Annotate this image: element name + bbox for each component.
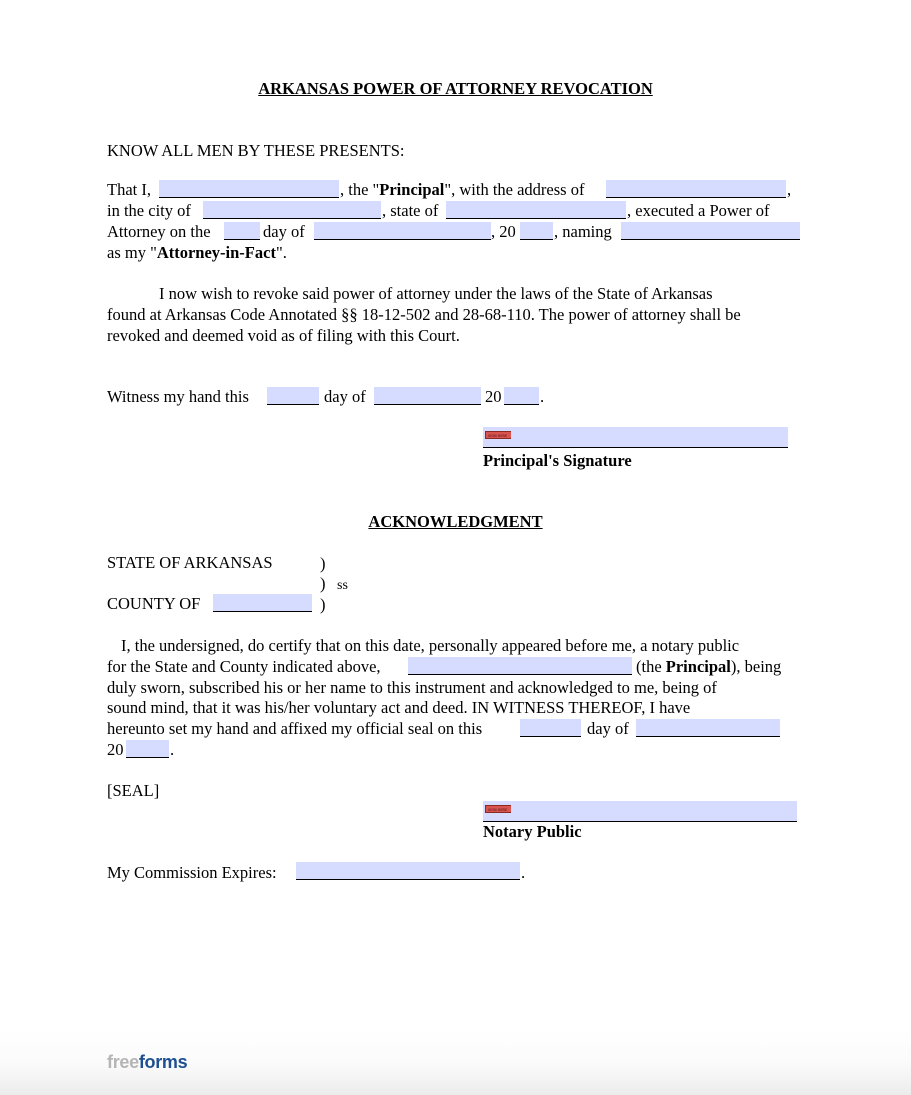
para2-line-3: revoked and deemed void as of filing wit… (107, 326, 460, 345)
paren-3: ) (320, 595, 326, 614)
commission-expires-label: My Commission Expires: (107, 863, 277, 882)
ack-day-field[interactable] (520, 719, 581, 737)
ack-line-5a: hereunto set my hand and affixed my offi… (107, 719, 483, 738)
principal-address-field[interactable] (606, 180, 786, 198)
para1-text-2c: , executed a Power of (627, 201, 770, 220)
notary-signature-field[interactable]: SIGN HERE (483, 801, 797, 822)
para1-text-3a: Attorney on the (107, 222, 211, 241)
notary-public-label: Notary Public (483, 822, 582, 841)
para1-text-3c: , 20 (491, 222, 516, 241)
city-field[interactable] (203, 201, 381, 219)
state-field[interactable] (446, 201, 626, 219)
freeforms-logo: freeforms (107, 1052, 188, 1072)
ack-line-2a: for the State and County indicated above… (107, 657, 381, 676)
witness-text-c: 20 (485, 387, 502, 406)
sign-here-tag-icon: SIGN HERE (485, 431, 511, 439)
para1-text-2b: , state of (382, 201, 439, 220)
para1-text-2a: in the city of (107, 201, 191, 220)
county-field[interactable] (213, 594, 312, 612)
witness-year-field[interactable] (504, 387, 539, 405)
commission-end: . (521, 863, 526, 882)
principal-signature-field[interactable]: SIGN HERE (483, 427, 788, 448)
poa-year-field[interactable] (520, 222, 553, 240)
ack-line-6b: . (170, 740, 175, 759)
document-title: ARKANSAS POWER OF ATTORNEY REVOCATION (258, 79, 653, 98)
witness-month-field[interactable] (374, 387, 481, 405)
witness-day-field[interactable] (267, 387, 319, 405)
poa-day-field[interactable] (224, 222, 260, 240)
ack-line-6a: 20 (107, 740, 124, 759)
ack-line-4: sound mind, that it was his/her voluntar… (107, 698, 691, 717)
ack-line-3: duly sworn, subscribed his or her name t… (107, 678, 717, 697)
ack-line-2b: (the Principal), being (636, 657, 782, 676)
para1-text-1b: , the "Principal", with the address of (340, 180, 585, 199)
county-of-label: COUNTY OF (107, 594, 201, 613)
witness-text-a: Witness my hand this (107, 387, 249, 406)
ack-line-5b: day of (587, 719, 629, 738)
principal-name-field[interactable] (159, 180, 339, 198)
paren-1: ) (320, 554, 326, 573)
sign-here-tag-icon: SIGN HERE (485, 805, 511, 813)
para1-text-1a: That I, (107, 180, 151, 199)
para2-line-2: found at Arkansas Code Annotated §§ 18-1… (107, 305, 741, 324)
ack-year-field[interactable] (126, 740, 169, 758)
ack-month-field[interactable] (636, 719, 780, 737)
witness-text-b: day of (324, 387, 366, 406)
preamble: KNOW ALL MEN BY THESE PRESENTS: (107, 141, 405, 160)
attorney-in-fact-field[interactable] (621, 222, 800, 240)
commission-expires-field[interactable] (296, 862, 520, 880)
para1-text-1d: , (787, 180, 792, 199)
poa-month-field[interactable] (314, 222, 491, 240)
ack-principal-name-field[interactable] (408, 657, 632, 675)
para2-line-1: I now wish to revoke said power of attor… (159, 284, 713, 303)
acknowledgment-title: ACKNOWLEDGMENT (368, 512, 543, 531)
state-of-label: STATE OF ARKANSAS (107, 553, 273, 572)
para1-text-3d: , naming (554, 222, 612, 241)
para1-text-4: as my "Attorney-in-Fact". (107, 243, 287, 262)
ss-label: ss (337, 578, 348, 593)
seal-label: [SEAL] (107, 781, 160, 800)
paren-2: ) (320, 574, 326, 593)
para1-text-3b: day of (263, 222, 305, 241)
ack-line-1: I, the undersigned, do certify that on t… (121, 636, 740, 655)
witness-text-d: . (540, 387, 545, 406)
principal-signature-label: Principal's Signature (483, 451, 632, 470)
